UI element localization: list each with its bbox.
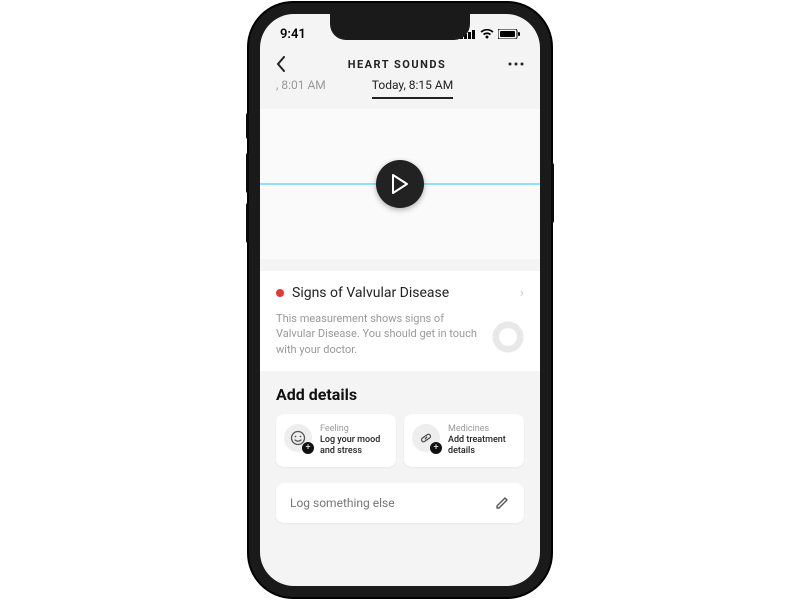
card-prompt: Log your mood and stress xyxy=(320,435,386,457)
diagnosis-body: This measurement shows signs of Valvular… xyxy=(276,311,524,357)
plus-icon: + xyxy=(302,442,314,454)
diagnosis-card[interactable]: Signs of Valvular Disease › This measure… xyxy=(260,271,540,371)
phone-frame: 9:41 HEART SOUNDS , 8:01 AM Today, 8:15 … xyxy=(249,3,551,597)
play-button[interactable] xyxy=(376,160,424,208)
wifi-icon xyxy=(480,29,494,39)
details-heading: Add details xyxy=(276,385,524,404)
side-button xyxy=(246,153,249,193)
waveform-area xyxy=(260,109,540,259)
side-button xyxy=(246,203,249,243)
pulse-indicator-icon xyxy=(490,319,526,355)
screen: 9:41 HEART SOUNDS , 8:01 AM Today, 8:15 … xyxy=(260,14,540,586)
back-button[interactable] xyxy=(276,56,286,72)
detail-card-feeling[interactable]: + Feeling Log your mood and stress xyxy=(276,414,396,466)
diagnosis-title: Signs of Valvular Disease xyxy=(292,285,449,301)
chevron-right-icon: › xyxy=(520,285,524,301)
battery-icon xyxy=(498,29,520,39)
date-tabs[interactable]: , 8:01 AM Today, 8:15 AM xyxy=(260,78,540,109)
side-button xyxy=(551,163,554,223)
edit-icon xyxy=(494,495,510,511)
side-button xyxy=(246,113,249,139)
notch xyxy=(330,14,470,40)
tab-prev[interactable]: , 8:01 AM xyxy=(276,78,326,99)
alert-dot-icon xyxy=(276,289,284,297)
status-indicators xyxy=(460,29,520,39)
log-something-else[interactable]: Log something else xyxy=(276,483,524,523)
card-label: Feeling xyxy=(320,424,386,435)
log-else-label: Log something else xyxy=(290,496,395,510)
card-prompt: Add treatment details xyxy=(448,435,514,457)
page-title: HEART SOUNDS xyxy=(348,58,447,71)
smiley-icon: + xyxy=(284,424,312,452)
play-icon xyxy=(391,174,409,194)
diagnosis-header: Signs of Valvular Disease › xyxy=(276,285,524,301)
pill-icon: + xyxy=(412,424,440,452)
plus-icon: + xyxy=(430,442,442,454)
more-button[interactable] xyxy=(508,62,524,66)
detail-card-medicines[interactable]: + Medicines Add treatment details xyxy=(404,414,524,466)
nav-bar: HEART SOUNDS xyxy=(260,54,540,78)
card-label: Medicines xyxy=(448,424,514,435)
add-details-section: Add details + Feeling Log your mood and … xyxy=(260,371,540,474)
tab-current[interactable]: Today, 8:15 AM xyxy=(372,78,453,99)
status-time: 9:41 xyxy=(280,27,306,42)
